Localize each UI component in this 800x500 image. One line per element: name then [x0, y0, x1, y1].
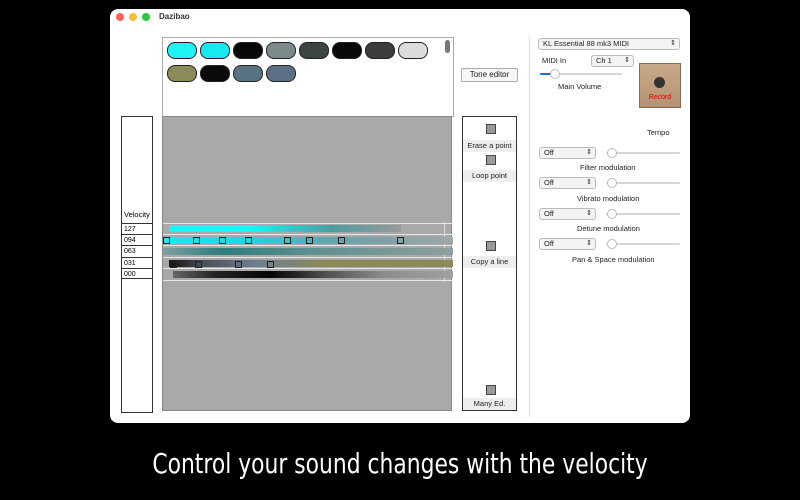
- record-button[interactable]: Record: [639, 63, 681, 108]
- vibrato-modulation-select[interactable]: Off ⇕: [539, 177, 596, 189]
- palette-swatch[interactable]: [266, 65, 296, 82]
- erase-point-icon[interactable]: [486, 124, 496, 134]
- chevron-updown-icon: ⇕: [586, 210, 592, 217]
- pan-space-modulation-value: Off: [544, 239, 554, 248]
- control-point[interactable]: [245, 237, 252, 244]
- control-point[interactable]: [193, 237, 200, 244]
- tone-band: [169, 225, 401, 232]
- loop-point-button[interactable]: Loop point: [463, 170, 516, 182]
- velocity-row[interactable]: 031: [122, 257, 152, 268]
- velocity-row[interactable]: 000: [122, 268, 152, 279]
- detune-modulation-select[interactable]: Off ⇕: [539, 208, 596, 220]
- palette-swatch[interactable]: [365, 42, 395, 59]
- tone-band: [173, 271, 453, 278]
- pan-space-modulation-select[interactable]: Off ⇕: [539, 238, 596, 250]
- tone-editor-button[interactable]: Tone editor: [461, 68, 518, 82]
- midi-channel-select[interactable]: Ch 1 ⇕: [591, 55, 634, 67]
- velocity-title: Velocity: [124, 210, 150, 219]
- velocity-row[interactable]: 094: [122, 234, 152, 245]
- window-title: Dazibao: [159, 12, 190, 21]
- palette-swatch[interactable]: [167, 42, 197, 59]
- panel-divider: [529, 37, 530, 417]
- midi-device-value: KL Essential 88 mk3 MIDI: [543, 39, 630, 48]
- velocity-row[interactable]: 063: [122, 245, 152, 256]
- chevron-updown-icon: ⇕: [586, 179, 592, 186]
- palette-swatch[interactable]: [398, 42, 428, 59]
- palette-swatch[interactable]: [200, 65, 230, 82]
- tempo-label: Tempo: [647, 128, 670, 137]
- loop-point-icon[interactable]: [486, 155, 496, 165]
- control-point[interactable]: [284, 237, 291, 244]
- midi-device-select[interactable]: KL Essential 88 mk3 MIDI ⇕: [538, 38, 680, 50]
- title-bar: Dazibao: [110, 9, 690, 27]
- pan-space-modulation-label: Pan & Space modulation: [572, 255, 655, 264]
- record-label: Record: [648, 94, 672, 101]
- grid-line: [163, 257, 453, 258]
- pan-space-modulation-knob[interactable]: [607, 239, 617, 249]
- vibrato-modulation-slider[interactable]: [606, 182, 680, 184]
- control-point[interactable]: [219, 237, 226, 244]
- filter-modulation-select[interactable]: Off ⇕: [539, 147, 596, 159]
- copy-line-button[interactable]: Copy a line: [463, 256, 516, 268]
- detune-modulation-slider[interactable]: [606, 213, 680, 215]
- velocity-panel: Velocity 127 094 063 031 000: [121, 116, 153, 413]
- palette-swatch[interactable]: [233, 42, 263, 59]
- palette-swatch[interactable]: [200, 42, 230, 59]
- palette-swatch[interactable]: [233, 65, 263, 82]
- grid-line: [163, 268, 453, 269]
- minimize-window-button[interactable]: [129, 13, 137, 21]
- grid-line: [163, 223, 453, 224]
- color-palette: [162, 37, 454, 117]
- promo-caption: Control your sound changes with the velo…: [152, 447, 648, 480]
- main-volume-label: Main Volume: [558, 82, 602, 91]
- copy-line-icon[interactable]: [486, 241, 496, 251]
- velocity-canvas[interactable]: [162, 116, 453, 411]
- grid-line: [163, 245, 453, 246]
- record-icon: [654, 77, 665, 88]
- control-point[interactable]: [397, 237, 404, 244]
- pan-space-modulation-slider[interactable]: [606, 243, 680, 245]
- control-point[interactable]: [163, 237, 170, 244]
- vibrato-modulation-knob[interactable]: [607, 178, 617, 188]
- filter-modulation-slider[interactable]: [606, 152, 680, 154]
- vibrato-modulation-value: Off: [544, 178, 554, 187]
- app-window: Dazibao Tone editor Velocity 127 094 063…: [110, 9, 690, 423]
- palette-scrollbar[interactable]: [445, 40, 450, 53]
- tone-band: [163, 248, 453, 255]
- filter-modulation-knob[interactable]: [607, 148, 617, 158]
- palette-swatch[interactable]: [332, 42, 362, 59]
- palette-swatch[interactable]: [299, 42, 329, 59]
- chevron-updown-icon: ⇕: [586, 240, 592, 247]
- many-edit-button[interactable]: Many Ed.: [463, 398, 516, 410]
- filter-modulation-label: Filter modulation: [580, 163, 636, 172]
- detune-modulation-knob[interactable]: [607, 209, 617, 219]
- chevron-updown-icon: ⇕: [624, 57, 630, 64]
- chevron-updown-icon: ⇕: [586, 149, 592, 156]
- palette-swatch[interactable]: [167, 65, 197, 82]
- grid-line: [163, 234, 453, 235]
- many-edit-icon[interactable]: [486, 385, 496, 395]
- midi-in-label: MIDI In: [542, 56, 567, 65]
- tools-panel: Erase a point Loop point Copy a line Man…: [462, 116, 517, 411]
- control-point[interactable]: [306, 237, 313, 244]
- detune-modulation-label: Detune modulation: [577, 224, 640, 233]
- tone-band: [169, 260, 453, 267]
- main-volume-knob[interactable]: [550, 69, 560, 79]
- control-point[interactable]: [338, 237, 345, 244]
- midi-channel-value: Ch 1: [596, 56, 612, 65]
- detune-modulation-value: Off: [544, 209, 554, 218]
- vibrato-modulation-label: Vibrato modulation: [577, 194, 640, 203]
- filter-modulation-value: Off: [544, 148, 554, 157]
- close-window-button[interactable]: [116, 13, 124, 21]
- chevron-updown-icon: ⇕: [670, 40, 676, 47]
- control-point[interactable]: [195, 261, 202, 268]
- control-point[interactable]: [235, 261, 242, 268]
- palette-swatch[interactable]: [266, 42, 296, 59]
- grid-line: [163, 280, 453, 281]
- erase-point-button[interactable]: Erase a point: [463, 140, 516, 152]
- velocity-row[interactable]: 127: [122, 223, 152, 234]
- control-point[interactable]: [170, 261, 177, 268]
- control-point[interactable]: [267, 261, 274, 268]
- zoom-window-button[interactable]: [142, 13, 150, 21]
